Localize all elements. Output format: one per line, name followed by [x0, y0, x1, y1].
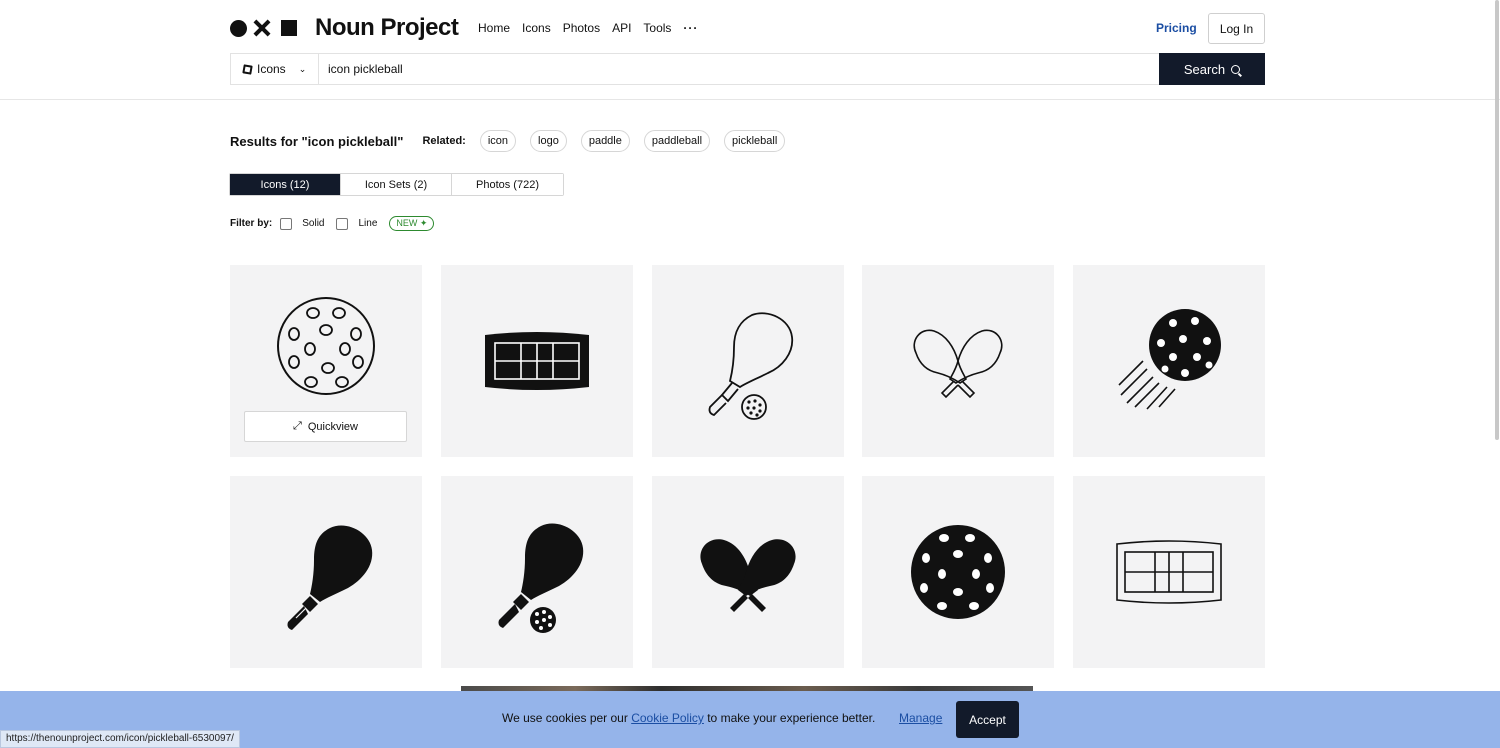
tab-icons[interactable]: Icons (12) [230, 174, 341, 195]
scrollbar-thumb[interactable] [1495, 0, 1499, 440]
results-title: Results for "icon pickleball" [230, 133, 404, 149]
paddle-ball-outline-icon [708, 312, 793, 420]
logo-mark-icon [230, 19, 297, 37]
icon-tile[interactable] [1073, 265, 1265, 457]
quickview-label: Quickview [307, 420, 358, 433]
icon-tile[interactable] [440, 265, 633, 457]
paddle-solid-icon [287, 525, 373, 630]
paddle-ball-solid-icon [498, 523, 583, 633]
status-bar-url: https://thenounproject.com/icon/pickleba… [0, 730, 240, 748]
search-button[interactable]: Search [1159, 53, 1265, 85]
noun-project-logo[interactable]: Noun Project [230, 14, 459, 42]
cookie-message: We use cookies per our Cookie Policy to … [502, 711, 875, 725]
line-checkbox[interactable] [336, 217, 349, 230]
tab-photos[interactable]: Photos (722) [452, 174, 563, 195]
court-solid-icon [484, 332, 589, 390]
pickleball-solid-icon [911, 525, 1006, 619]
expand-icon: ⤢ [293, 420, 302, 432]
solid-label: Solid [302, 218, 325, 229]
icon-grid: ⤢ Quickview [230, 265, 1265, 668]
nav-icons[interactable]: Icons [522, 21, 551, 35]
solid-checkbox[interactable] [280, 217, 293, 230]
site-header: Noun Project Home Icons Photos API Tools… [0, 0, 1500, 100]
cookie-text-after: to make your experience better. [703, 711, 876, 725]
icon-tile[interactable] [862, 265, 1055, 457]
manage-cookies-link[interactable]: Manage [899, 711, 942, 725]
icon-tile[interactable] [440, 476, 633, 668]
new-badge: NEW ✦ [389, 216, 435, 231]
search-icon [1231, 64, 1241, 74]
chevron-down-icon: ⌄ [298, 63, 307, 74]
icon-tile[interactable]: ⤢ Quickview [230, 265, 422, 457]
related-chip[interactable]: paddle [580, 130, 630, 152]
brand-name: Noun Project [315, 14, 459, 41]
related-chip[interactable]: paddleball [643, 130, 711, 152]
icon-tile[interactable] [862, 476, 1055, 668]
filter-label: Filter by: [230, 218, 273, 229]
nav-tools[interactable]: Tools [643, 21, 671, 35]
court-outline-icon [1116, 540, 1222, 604]
crossed-paddles-solid-icon [699, 539, 796, 612]
search-bar: Icons ⌄ Search [230, 53, 1265, 85]
nav-api[interactable]: API [612, 21, 631, 35]
line-label: Line [358, 218, 378, 229]
cookie-text-before: We use cookies per our [502, 711, 632, 725]
accept-cookies-button[interactable]: Accept [956, 701, 1019, 738]
search-input[interactable] [319, 54, 1159, 84]
page-scrollbar[interactable] [1494, 0, 1500, 440]
related-chip[interactable]: logo [530, 130, 567, 152]
results-heading-row: Results for "icon pickleball" Related: i… [230, 130, 799, 152]
related-chip[interactable]: icon [479, 130, 517, 152]
nav-home[interactable]: Home [478, 21, 510, 35]
icons-type-icon [242, 63, 253, 75]
cookie-policy-link[interactable]: Cookie Policy [631, 711, 704, 725]
search-button-label: Search [1183, 61, 1226, 77]
search-type-label: Icons [257, 62, 286, 76]
crossed-paddles-outline-icon [913, 329, 1003, 399]
main-nav: Home Icons Photos API Tools ··· [478, 21, 698, 35]
icon-tile[interactable] [1073, 476, 1265, 668]
nav-more-icon[interactable]: ··· [683, 21, 698, 35]
related-label: Related: [422, 135, 466, 147]
icon-tile[interactable] [651, 265, 844, 457]
login-button[interactable]: Log In [1208, 13, 1265, 44]
tab-icon-sets[interactable]: Icon Sets (2) [341, 174, 452, 195]
nav-photos[interactable]: Photos [563, 21, 600, 35]
quickview-button[interactable]: ⤢ Quickview [244, 411, 407, 442]
icon-tile[interactable] [651, 476, 844, 668]
result-type-tabs: Icons (12) Icon Sets (2) Photos (722) [229, 173, 564, 196]
ball-motion-solid-icon [1118, 309, 1221, 410]
search-type-dropdown[interactable]: Icons ⌄ [231, 54, 319, 84]
pickleball-outline-icon [277, 297, 375, 395]
related-chip[interactable]: pickleball [724, 130, 786, 152]
pricing-link[interactable]: Pricing [1156, 21, 1197, 35]
filter-row: Filter by: Solid Line NEW ✦ [230, 216, 435, 231]
icon-tile[interactable] [230, 476, 422, 668]
